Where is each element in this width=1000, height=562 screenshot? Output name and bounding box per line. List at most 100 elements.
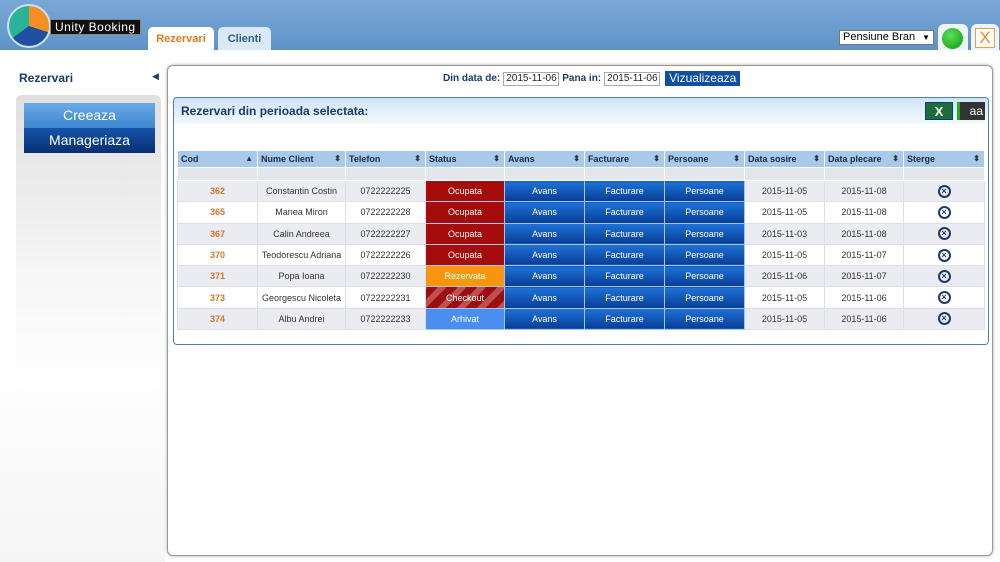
column-label: Cod — [181, 154, 199, 164]
property-select[interactable]: Pensiune Bran ▼ — [839, 30, 934, 45]
facturare-button[interactable]: Facturare — [584, 307, 665, 331]
column-label: Data plecare — [828, 154, 882, 164]
cell-telefon: 0722222230 — [345, 265, 426, 288]
column-header[interactable]: Cod ▲ — [177, 150, 258, 168]
cell-status[interactable]: Rezervata — [425, 265, 505, 288]
facturare-button[interactable]: Facturare — [584, 179, 665, 203]
table-row: 362 Constantin Costin 0722222225 Ocupata Ava… — [177, 179, 985, 203]
column-header[interactable]: Avans ⬍ — [504, 150, 585, 168]
tab-rezervari[interactable]: Rezervari — [148, 27, 214, 50]
column-label: Persoane — [668, 154, 709, 164]
delete-icon[interactable]: × — [937, 269, 951, 283]
persoane-button[interactable]: Persoane — [664, 222, 745, 245]
avans-button[interactable]: Avans — [504, 243, 585, 267]
cell-cod[interactable]: 373 — [177, 286, 258, 309]
delete-icon[interactable]: × — [937, 184, 951, 198]
cell-status[interactable]: Arhivat — [425, 307, 505, 331]
avans-button[interactable]: Avans — [504, 286, 585, 309]
column-filter[interactable] — [345, 167, 426, 181]
column-filter[interactable] — [824, 167, 904, 181]
export-excel-button[interactable]: X — [925, 102, 953, 120]
cell-status[interactable]: Ocupata — [425, 179, 505, 203]
cell-cod[interactable]: 367 — [177, 222, 258, 245]
table-row: 373 Georgescu Nicoleta 0722222231 Checkout A… — [177, 286, 985, 309]
column-header[interactable]: Telefon ⬍ — [345, 150, 426, 168]
status-button[interactable] — [938, 24, 968, 50]
avans-button[interactable]: Avans — [504, 307, 585, 331]
cell-status[interactable]: Ocupata — [425, 222, 505, 245]
column-filter[interactable] — [744, 167, 825, 181]
sidebar-item-creeaza[interactable]: Creeaza — [24, 103, 155, 128]
column-header[interactable]: Sterge ⬍ — [903, 150, 985, 168]
avans-button[interactable]: Avans — [504, 222, 585, 245]
cell-status[interactable]: Ocupata — [425, 201, 505, 224]
online-status-icon — [942, 28, 963, 49]
cell-sosire: 2015-11-05 — [744, 243, 825, 267]
cell-telefon: 0722222231 — [345, 286, 426, 309]
persoane-button[interactable]: Persoane — [664, 179, 745, 203]
column-filter[interactable] — [584, 167, 665, 181]
cell-client: Manea Miron — [257, 201, 346, 224]
view-button[interactable]: Vizualizeaza — [665, 71, 741, 86]
facturare-button[interactable]: Facturare — [584, 243, 665, 267]
sidebar-item-manageriaza[interactable]: Manageriaza — [24, 128, 155, 153]
column-header[interactable]: Status ⬍ — [425, 150, 505, 168]
cell-cod[interactable]: 365 — [177, 201, 258, 224]
cell-client: Georgescu Nicoleta — [257, 286, 346, 309]
table-row: 374 Albu Andrei 0722222233 Arhivat Avans Fact… — [177, 307, 985, 331]
persoane-button[interactable]: Persoane — [664, 307, 745, 331]
cell-cod[interactable]: 371 — [177, 265, 258, 288]
cell-cod[interactable]: 374 — [177, 307, 258, 331]
column-header[interactable]: Nume Client ⬍ — [257, 150, 346, 168]
column-label: Nume Client — [261, 154, 314, 164]
column-header[interactable]: Persoane ⬍ — [664, 150, 745, 168]
facturare-button[interactable]: Facturare — [584, 222, 665, 245]
to-date-input[interactable]: 2015-11-06 — [604, 71, 661, 86]
persoane-button[interactable]: Persoane — [664, 201, 745, 224]
delete-cell: × — [903, 265, 985, 288]
panel-title: Rezervari din perioada selectata: — [181, 104, 369, 118]
cell-status[interactable]: Ocupata — [425, 243, 505, 267]
column-filter[interactable] — [664, 167, 745, 181]
delete-icon[interactable]: × — [937, 205, 951, 219]
delete-icon[interactable]: × — [937, 227, 951, 241]
column-filter[interactable] — [257, 167, 346, 181]
from-date-input[interactable]: 2015-11-06 — [503, 71, 560, 86]
avans-button[interactable]: Avans — [504, 201, 585, 224]
column-header[interactable]: Facturare ⬍ — [584, 150, 665, 168]
collapse-arrow-icon[interactable]: ◀ — [152, 71, 159, 82]
table-row: 371 Popa Ioana 0722222230 Rezervata Avans Fac… — [177, 265, 985, 288]
delete-icon[interactable]: × — [937, 291, 951, 305]
persoane-button[interactable]: Persoane — [664, 265, 745, 288]
facturare-button[interactable]: Facturare — [584, 286, 665, 309]
cell-cod[interactable]: 370 — [177, 243, 258, 267]
facturare-button[interactable]: Facturare — [584, 201, 665, 224]
delete-cell: × — [903, 222, 985, 245]
facturare-button[interactable]: Facturare — [584, 265, 665, 288]
column-header[interactable]: Data plecare ⬍ — [824, 150, 904, 168]
column-filter[interactable] — [425, 167, 505, 181]
delete-icon[interactable]: × — [937, 312, 951, 326]
column-filter[interactable] — [903, 167, 985, 181]
cell-cod[interactable]: 362 — [177, 179, 258, 203]
persoane-button[interactable]: Persoane — [664, 286, 745, 309]
persoane-button[interactable]: Persoane — [664, 243, 745, 267]
cell-plecare: 2015-11-06 — [824, 307, 904, 331]
reservations-table: Cod ▲ Nume Client ⬍ Telefon ⬍ Status ⬍ Avans ⬍ Fac… — [177, 150, 985, 331]
column-label: Data sosire — [748, 154, 797, 164]
avans-button[interactable]: Avans — [504, 265, 585, 288]
cell-client: Albu Andrei — [257, 307, 346, 331]
column-filter[interactable] — [177, 167, 258, 181]
cell-status[interactable]: Checkout — [425, 286, 505, 309]
sort-icon: ⬍ — [334, 154, 341, 163]
delete-icon[interactable]: × — [937, 248, 951, 262]
avans-button[interactable]: Avans — [504, 179, 585, 203]
logout-button[interactable]: X — [971, 24, 999, 50]
column-filter[interactable] — [504, 167, 585, 181]
font-size-button[interactable]: aa — [957, 102, 985, 120]
column-header[interactable]: Data sosire ⬍ — [744, 150, 825, 168]
tab-clienti[interactable]: Clienti — [218, 27, 271, 50]
cell-client: Popa Ioana — [257, 265, 346, 288]
logo-text: Unity Booking — [50, 19, 141, 35]
sidebar-title: Rezervari — [19, 71, 74, 85]
